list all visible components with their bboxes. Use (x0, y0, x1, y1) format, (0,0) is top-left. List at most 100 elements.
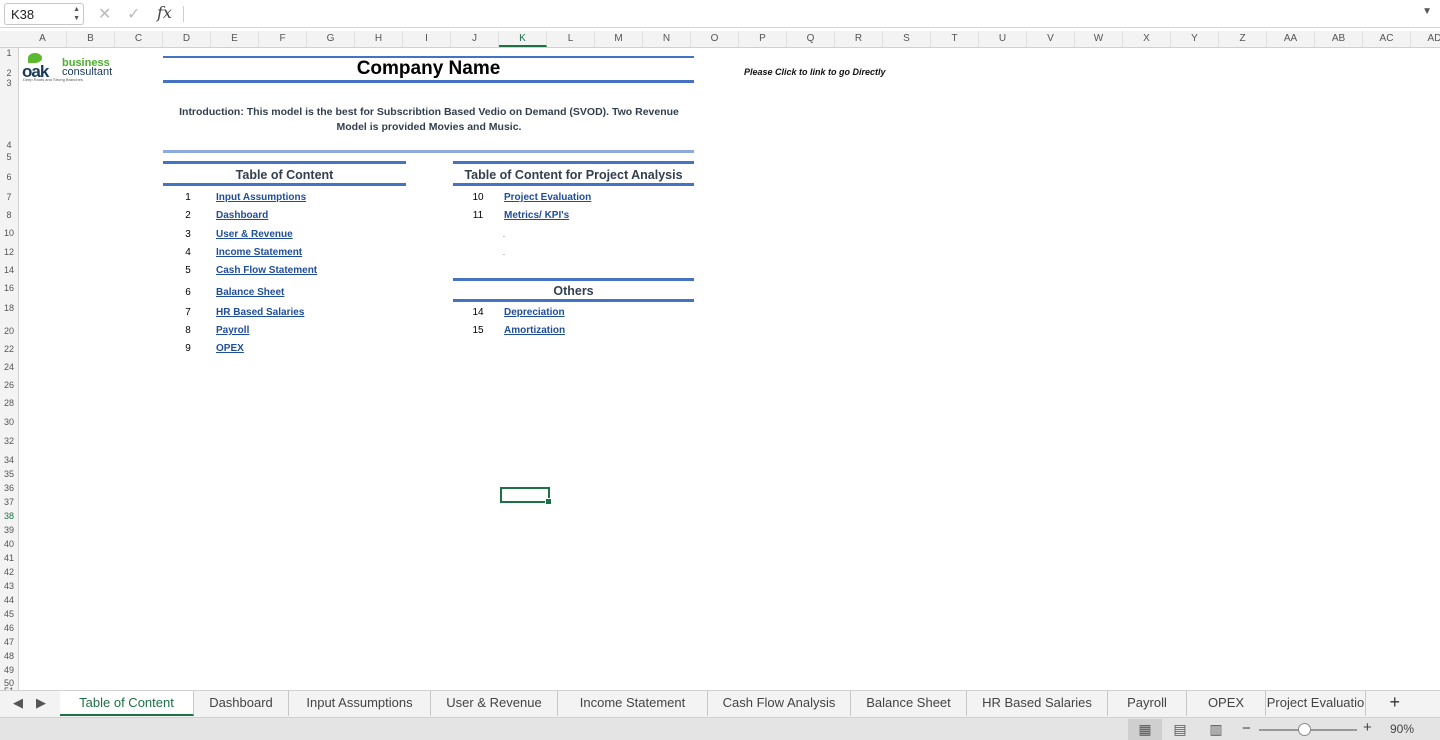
row-header-18[interactable]: 18 (0, 303, 18, 313)
add-sheet-icon[interactable]: + (1389, 692, 1400, 713)
row-header-49[interactable]: 49 (0, 665, 18, 675)
toc-item-link[interactable]: HR Based Salaries (216, 307, 304, 318)
column-header-z[interactable]: Z (1219, 31, 1267, 47)
row-header-35[interactable]: 35 (0, 469, 18, 479)
column-header-q[interactable]: Q (787, 31, 835, 47)
row-header-2[interactable]: 2 (0, 68, 18, 78)
sheet-tab[interactable]: Cash Flow Analysis (708, 691, 851, 716)
toc-item-link[interactable]: Cash Flow Statement (216, 265, 317, 276)
others-item-link[interactable]: Amortization (504, 325, 565, 336)
row-header-44[interactable]: 44 (0, 595, 18, 605)
row-header-39[interactable]: 39 (0, 525, 18, 535)
toc-item-link[interactable]: User & Revenue (216, 229, 293, 240)
row-header-12[interactable]: 12 (0, 247, 18, 257)
column-header-s[interactable]: S (883, 31, 931, 47)
row-header-24[interactable]: 24 (0, 362, 18, 372)
worksheet-grid[interactable]: oak business consultant Deep Roots and S… (19, 48, 1440, 690)
column-header-t[interactable]: T (931, 31, 979, 47)
confirm-icon[interactable]: ✓ (127, 4, 140, 24)
row-header-40[interactable]: 40 (0, 539, 18, 549)
toc-item-link[interactable]: Input Assumptions (216, 192, 306, 203)
column-header-j[interactable]: J (451, 31, 499, 47)
zoom-slider-thumb[interactable] (1298, 723, 1311, 736)
active-cell-selection[interactable] (500, 487, 552, 505)
column-header-c[interactable]: C (115, 31, 163, 47)
analysis-item-link[interactable]: Project Evaluation (504, 192, 591, 203)
column-header-p[interactable]: P (739, 31, 787, 47)
sheet-tab[interactable]: HR Based Salaries (967, 691, 1108, 716)
column-header-i[interactable]: I (403, 31, 451, 47)
column-header-b[interactable]: B (67, 31, 115, 47)
row-header-5[interactable]: 5 (0, 152, 18, 162)
sheet-tab[interactable]: Dashboard (194, 691, 289, 716)
name-box[interactable]: K38 ▲ ▼ (4, 3, 84, 25)
prev-sheet-icon[interactable]: ◀ (13, 695, 23, 711)
row-header-26[interactable]: 26 (0, 380, 18, 390)
column-header-d[interactable]: D (163, 31, 211, 47)
row-header-4[interactable]: 4 (0, 140, 18, 150)
sheet-tab[interactable]: Income Statement (558, 691, 708, 716)
toc-item-link[interactable]: Income Statement (216, 247, 302, 258)
row-header-41[interactable]: 41 (0, 553, 18, 563)
row-header-8[interactable]: 8 (0, 210, 18, 220)
column-header-u[interactable]: U (979, 31, 1027, 47)
row-header-16[interactable]: 16 (0, 283, 18, 293)
column-header-e[interactable]: E (211, 31, 259, 47)
analysis-item-link[interactable]: Metrics/ KPI's (504, 210, 569, 221)
row-header-7[interactable]: 7 (0, 192, 18, 202)
column-header-ab[interactable]: AB (1315, 31, 1363, 47)
row-header-45[interactable]: 45 (0, 609, 18, 619)
sheet-tab[interactable]: Table of Content (60, 691, 194, 716)
row-header-36[interactable]: 36 (0, 483, 18, 493)
row-header-34[interactable]: 34 (0, 455, 18, 465)
zoom-out-icon[interactable]: − (1242, 720, 1251, 737)
row-header-22[interactable]: 22 (0, 344, 18, 354)
toc-item-link[interactable]: Payroll (216, 325, 249, 336)
sheet-tab[interactable]: OPEX (1187, 691, 1266, 716)
page-layout-icon[interactable]: ▤ (1163, 719, 1197, 740)
column-header-g[interactable]: G (307, 31, 355, 47)
toc-item-link[interactable]: Dashboard (216, 210, 268, 221)
row-header-14[interactable]: 14 (0, 265, 18, 275)
next-sheet-icon[interactable]: ▶ (36, 695, 46, 711)
row-header-37[interactable]: 37 (0, 497, 18, 507)
row-header-1[interactable]: 1 (0, 48, 18, 58)
row-header-42[interactable]: 42 (0, 567, 18, 577)
normal-view-icon[interactable]: ▦ (1128, 719, 1162, 740)
sheet-tab[interactable]: User & Revenue (431, 691, 558, 716)
column-header-l[interactable]: L (547, 31, 595, 47)
column-header-aa[interactable]: AA (1267, 31, 1315, 47)
column-header-f[interactable]: F (259, 31, 307, 47)
column-header-h[interactable]: H (355, 31, 403, 47)
row-header-38[interactable]: 38 (0, 511, 18, 521)
expand-formula-bar-icon[interactable]: ▼ (1422, 6, 1432, 17)
sheet-tab[interactable]: Project Evaluatio (1266, 691, 1366, 716)
insert-function-icon[interactable]: fx (157, 3, 172, 22)
row-header-30[interactable]: 30 (0, 417, 18, 427)
column-header-ac[interactable]: AC (1363, 31, 1411, 47)
row-header-20[interactable]: 20 (0, 326, 18, 336)
row-header-28[interactable]: 28 (0, 398, 18, 408)
row-header-46[interactable]: 46 (0, 623, 18, 633)
column-header-o[interactable]: O (691, 31, 739, 47)
column-header-v[interactable]: V (1027, 31, 1075, 47)
column-header-y[interactable]: Y (1171, 31, 1219, 47)
column-header-a[interactable]: A (19, 31, 67, 47)
sheet-tab[interactable]: Payroll (1108, 691, 1187, 716)
row-header-3[interactable]: 3 (0, 78, 18, 88)
cancel-icon[interactable]: ✕ (98, 4, 111, 24)
column-header-ad[interactable]: AD (1411, 31, 1440, 47)
row-header-47[interactable]: 47 (0, 637, 18, 647)
toc-item-link[interactable]: OPEX (216, 343, 244, 354)
row-header-32[interactable]: 32 (0, 436, 18, 446)
column-header-k[interactable]: K (499, 31, 547, 47)
column-header-r[interactable]: R (835, 31, 883, 47)
row-header-10[interactable]: 10 (0, 228, 18, 238)
sheet-tab[interactable]: Balance Sheet (851, 691, 967, 716)
row-header-43[interactable]: 43 (0, 581, 18, 591)
column-header-w[interactable]: W (1075, 31, 1123, 47)
sheet-tab[interactable]: Input Assumptions (289, 691, 431, 716)
page-break-icon[interactable]: ▥ (1199, 719, 1233, 740)
toc-item-link[interactable]: Balance Sheet (216, 287, 284, 298)
row-header-6[interactable]: 6 (0, 172, 18, 182)
